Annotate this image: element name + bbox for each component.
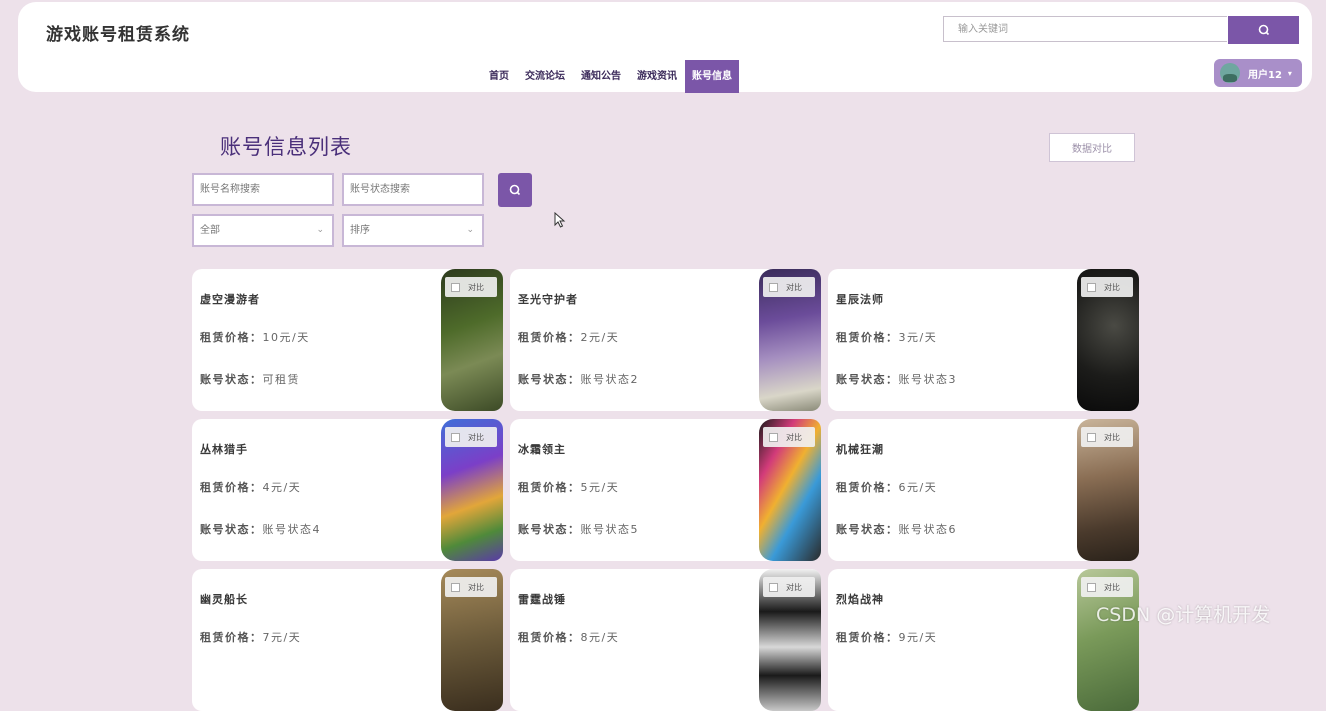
rent-price: 租赁价格：9元/天 [836, 631, 938, 644]
compare-checkbox[interactable]: 对比 [1081, 577, 1133, 597]
filter-search-button[interactable] [498, 173, 532, 207]
account-status: 账号状态：账号状态5 [518, 523, 639, 536]
compare-checkbox[interactable]: 对比 [763, 427, 815, 447]
category-select[interactable]: 全部 ⌄ [192, 214, 334, 247]
nav-item-account-info[interactable]: 账号信息 [685, 60, 739, 93]
compare-checkbox[interactable]: 对比 [1081, 277, 1133, 297]
page-title: 账号信息列表 [220, 135, 352, 159]
rent-price: 租赁价格：7元/天 [200, 631, 302, 644]
category-select-value: 全部 [200, 225, 220, 236]
account-status-search-input[interactable]: 账号状态搜索 [342, 173, 484, 206]
account-name: 星辰法师 [836, 293, 884, 306]
header: 游戏账号租赁系统 输入关键词 首页 交流论坛 通知公告 游戏资讯 账号信息 用户… [18, 2, 1312, 93]
sort-select[interactable]: 排序 ⌄ [342, 214, 484, 247]
sort-select-value: 排序 [350, 225, 370, 236]
nav-item-forum[interactable]: 交流论坛 [517, 60, 573, 93]
compare-checkbox[interactable]: 对比 [763, 577, 815, 597]
account-card[interactable]: 机械狂潮 租赁价格：6元/天 账号状态：账号状态6 对比 [828, 419, 1139, 561]
account-status: 账号状态：账号状态4 [200, 523, 321, 536]
account-name: 冰霜领主 [518, 443, 566, 456]
rent-price: 租赁价格：8元/天 [518, 631, 620, 644]
account-card[interactable]: 丛林猎手 租赁价格：4元/天 账号状态：账号状态4 对比 [192, 419, 503, 561]
rent-price: 租赁价格：4元/天 [200, 481, 302, 494]
account-card[interactable]: 星辰法师 租赁价格：3元/天 账号状态：账号状态3 对比 [828, 269, 1139, 411]
chevron-down-icon: ⌄ [316, 225, 324, 235]
rent-price: 租赁价格：6元/天 [836, 481, 938, 494]
compare-checkbox[interactable]: 对比 [445, 277, 497, 297]
account-card[interactable]: 幽灵船长 租赁价格：7元/天 对比 [192, 569, 503, 711]
nav-item-news[interactable]: 游戏资讯 [629, 60, 685, 93]
avatar [1220, 63, 1240, 83]
site-title: 游戏账号租赁系统 [46, 25, 190, 45]
search-input[interactable]: 输入关键词 [943, 16, 1227, 42]
account-name-search-input[interactable]: 账号名称搜索 [192, 173, 334, 206]
account-name: 烈焰战神 [836, 593, 884, 606]
account-card[interactable]: 雷霆战锤 租赁价格：8元/天 对比 [510, 569, 821, 711]
account-name: 机械狂潮 [836, 443, 884, 456]
data-compare-button[interactable]: 数据对比 [1049, 133, 1135, 162]
watermark: CSDN @计算机开发 [1096, 604, 1271, 626]
compare-checkbox[interactable]: 对比 [445, 577, 497, 597]
account-name: 雷霆战锤 [518, 593, 566, 606]
search-icon [509, 184, 521, 196]
account-card[interactable]: 虚空漫游者 租赁价格：10元/天 账号状态：可租赁 对比 [192, 269, 503, 411]
account-card[interactable]: 冰霜领主 租赁价格：5元/天 账号状态：账号状态5 对比 [510, 419, 821, 561]
account-status: 账号状态：可租赁 [200, 373, 300, 386]
account-card[interactable]: 烈焰战神 租赁价格：9元/天 对比 [828, 569, 1139, 711]
mouse-cursor-icon [554, 212, 566, 228]
compare-checkbox[interactable]: 对比 [763, 277, 815, 297]
compare-checkbox[interactable]: 对比 [445, 427, 497, 447]
search-icon [1258, 24, 1269, 36]
chevron-down-icon: ⌄ [466, 225, 474, 235]
nav-item-home[interactable]: 首页 [481, 60, 517, 93]
user-menu[interactable]: 用户12 ▾ [1214, 59, 1302, 87]
account-status: 账号状态：账号状态3 [836, 373, 957, 386]
account-name: 丛林猎手 [200, 443, 248, 456]
chevron-down-icon: ▾ [1287, 68, 1292, 78]
rent-price: 租赁价格：10元/天 [200, 331, 310, 344]
compare-checkbox[interactable]: 对比 [1081, 427, 1133, 447]
main-nav: 首页 交流论坛 通知公告 游戏资讯 账号信息 [481, 60, 739, 93]
rent-price: 租赁价格：5元/天 [518, 481, 620, 494]
account-card[interactable]: 圣光守护者 租赁价格：2元/天 账号状态：账号状态2 对比 [510, 269, 821, 411]
account-status: 账号状态：账号状态6 [836, 523, 957, 536]
account-name: 圣光守护者 [518, 293, 578, 306]
nav-item-notice[interactable]: 通知公告 [573, 60, 629, 93]
rent-price: 租赁价格：2元/天 [518, 331, 620, 344]
rent-price: 租赁价格：3元/天 [836, 331, 938, 344]
search-button[interactable] [1228, 16, 1299, 44]
user-name: 用户12 [1248, 69, 1282, 81]
account-status: 账号状态：账号状态2 [518, 373, 639, 386]
account-name: 虚空漫游者 [200, 293, 260, 306]
account-name: 幽灵船长 [200, 593, 248, 606]
